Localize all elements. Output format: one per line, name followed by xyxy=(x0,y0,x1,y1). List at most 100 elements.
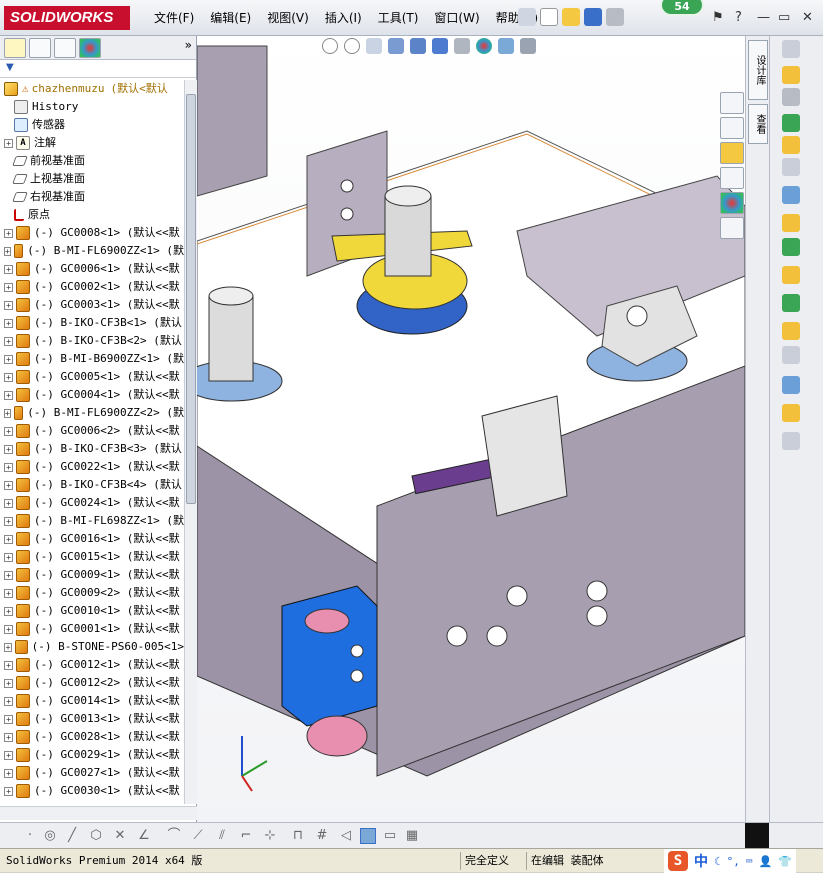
expand-icon[interactable]: + xyxy=(4,624,13,634)
component-item[interactable]: + (-) GC0009<1> (默认<<默 xyxy=(0,566,184,584)
menu-item[interactable]: 视图(V) xyxy=(259,10,317,26)
component-item[interactable]: + (-) GC0022<1> (默认<<默 xyxy=(0,458,184,476)
angle-icon[interactable]: ∠ xyxy=(136,828,152,844)
pink-roller[interactable] xyxy=(306,715,368,757)
expand-icon[interactable]: + xyxy=(4,336,13,346)
expand-icon[interactable]: + xyxy=(4,570,13,580)
grid-icon[interactable]: # xyxy=(314,828,330,844)
blue-block[interactable] xyxy=(281,585,378,727)
keyboard-icon[interactable]: ⌨ xyxy=(746,855,753,868)
linear-pattern-icon[interactable] xyxy=(782,114,800,132)
featuremanager-tab[interactable] xyxy=(4,38,26,58)
component-item[interactable]: + (-) GC0009<2> (默认<<默 xyxy=(0,584,184,602)
tree-item[interactable]: 传感器 xyxy=(0,116,184,134)
close-button[interactable]: ✕ xyxy=(802,10,813,25)
expand-icon[interactable]: + xyxy=(4,498,13,508)
configurationmanager-tab[interactable] xyxy=(54,38,76,58)
expand-icon[interactable]: + xyxy=(4,426,13,436)
user-icon[interactable]: 👤 xyxy=(759,855,773,868)
moon-icon[interactable]: ☾ xyxy=(714,855,721,868)
display-manager-tab[interactable] xyxy=(79,38,101,58)
expand-icon[interactable]: + xyxy=(4,660,13,670)
corner-icon[interactable]: ⌐ xyxy=(238,828,254,844)
rod-support[interactable] xyxy=(481,395,568,517)
pin-icon[interactable] xyxy=(518,8,536,26)
left-pin[interactable] xyxy=(208,295,254,382)
point-icon[interactable]: · xyxy=(22,828,38,844)
expand-icon[interactable]: + xyxy=(4,606,13,616)
component-item[interactable]: + (-) B-MI-B6900ZZ<1> (默 xyxy=(0,350,184,368)
filter-icon[interactable]: ▼ xyxy=(6,62,14,73)
folder-icon[interactable] xyxy=(720,142,744,164)
line-icon[interactable]: ╱ xyxy=(64,828,80,844)
component-item[interactable]: + (-) GC0012<1> (默认<<默 xyxy=(0,656,184,674)
interference-icon[interactable] xyxy=(782,376,800,394)
rebuild-icon[interactable]: ⚑ xyxy=(712,10,724,25)
component-item[interactable]: + (-) B-IKO-CF3B<1> (默认 xyxy=(0,314,184,332)
expand-icon[interactable]: + xyxy=(4,516,13,526)
expand-icon[interactable]: + xyxy=(4,732,13,742)
cam-shaft[interactable] xyxy=(384,195,432,277)
mate-icon[interactable] xyxy=(782,88,800,106)
expand-icon[interactable]: + xyxy=(4,390,13,400)
custom-properties-icon[interactable] xyxy=(720,217,744,239)
window-icon[interactable]: ▭ xyxy=(382,828,398,844)
new-motion-study-icon[interactable] xyxy=(782,266,800,284)
show-hidden-icon[interactable] xyxy=(782,186,800,204)
expand-icon[interactable]: + xyxy=(4,408,11,418)
triangle-icon[interactable]: ◁ xyxy=(338,828,354,844)
minimize-button[interactable]: — xyxy=(757,10,770,25)
component-item[interactable]: + (-) B-MI-FL698ZZ<1> (默 xyxy=(0,512,184,530)
table-icon[interactable]: ▦ xyxy=(404,828,420,844)
component-item[interactable]: + (-) GC0008<1> (默认<<默 xyxy=(0,224,184,242)
component-item[interactable]: + (-) B-MI-FL6900ZZ<1> (默 xyxy=(0,242,184,260)
help-icon[interactable]: ? xyxy=(735,10,742,25)
design-library-tab[interactable]: 设计库 xyxy=(748,40,768,100)
ime-toolbar[interactable]: S 中 ☾ °, ⌨ 👤 👕 xyxy=(664,849,796,873)
tree-item[interactable]: 前视基准面 xyxy=(0,152,184,170)
tree-filter[interactable]: ▼ xyxy=(0,60,196,78)
component-item[interactable]: + (-) GC0006<2> (默认<<默 xyxy=(0,422,184,440)
component-item[interactable]: + (-) GC0006<1> (默认<<默 xyxy=(0,260,184,278)
notification-badge[interactable]: 54 xyxy=(660,0,704,16)
new-document-icon[interactable] xyxy=(540,8,558,26)
bill-of-materials-icon[interactable] xyxy=(782,294,800,312)
expand-icon[interactable]: + xyxy=(4,768,13,778)
component-item[interactable]: + (-) GC0010<1> (默认<<默 xyxy=(0,602,184,620)
expand-icon[interactable]: + xyxy=(4,750,13,760)
component-item[interactable]: + (-) GC0001<1> (默认<<默 xyxy=(0,620,184,638)
expand-icon[interactable]: + xyxy=(4,534,13,544)
print-icon[interactable] xyxy=(606,8,624,26)
expand-icon[interactable]: + xyxy=(4,138,13,148)
insert-component-icon[interactable] xyxy=(782,66,800,84)
shaded-view-icon[interactable] xyxy=(360,828,376,844)
component-item[interactable]: + (-) B-IKO-CF3B<3> (默认 xyxy=(0,440,184,458)
tree-hscrollbar[interactable] xyxy=(0,806,197,820)
expand-icon[interactable]: + xyxy=(4,372,13,382)
expand-icon[interactable]: + xyxy=(4,318,13,328)
smart-fasteners-icon[interactable] xyxy=(782,136,800,154)
shirt-icon[interactable]: 👕 xyxy=(778,855,792,868)
tree-item[interactable]: 上视基准面 xyxy=(0,170,184,188)
component-item[interactable]: + (-) GC0028<1> (默认<<默 xyxy=(0,728,184,746)
ime-language[interactable]: 中 xyxy=(694,851,708,871)
menu-item[interactable]: 窗口(W) xyxy=(426,10,487,26)
component-item[interactable]: + (-) GC0002<1> (默认<<默 xyxy=(0,278,184,296)
component-item[interactable]: + (-) GC0003<1> (默认<<默 xyxy=(0,296,184,314)
upper-block[interactable] xyxy=(197,45,268,197)
component-item[interactable]: + (-) B-IKO-CF3B<4> (默认 xyxy=(0,476,184,494)
save-icon[interactable] xyxy=(584,8,602,26)
clearance-icon[interactable] xyxy=(782,404,800,422)
explode-line-icon[interactable] xyxy=(782,346,800,364)
propertymanager-tab[interactable] xyxy=(29,38,51,58)
expand-icon[interactable]: + xyxy=(4,354,13,364)
component-item[interactable]: + (-) GC0012<2> (默认<<默 xyxy=(0,674,184,692)
punctuation-icon[interactable]: °, xyxy=(727,855,740,868)
tree-item[interactable]: 右视基准面 xyxy=(0,188,184,206)
expand-icon[interactable]: + xyxy=(4,714,13,724)
appearances-icon[interactable] xyxy=(720,192,744,214)
pink-cap[interactable] xyxy=(304,608,350,634)
tree-item[interactable]: + A 注解 xyxy=(0,134,184,152)
expand-panel-icon[interactable]: » xyxy=(185,38,192,57)
expand-icon[interactable]: + xyxy=(4,642,13,652)
